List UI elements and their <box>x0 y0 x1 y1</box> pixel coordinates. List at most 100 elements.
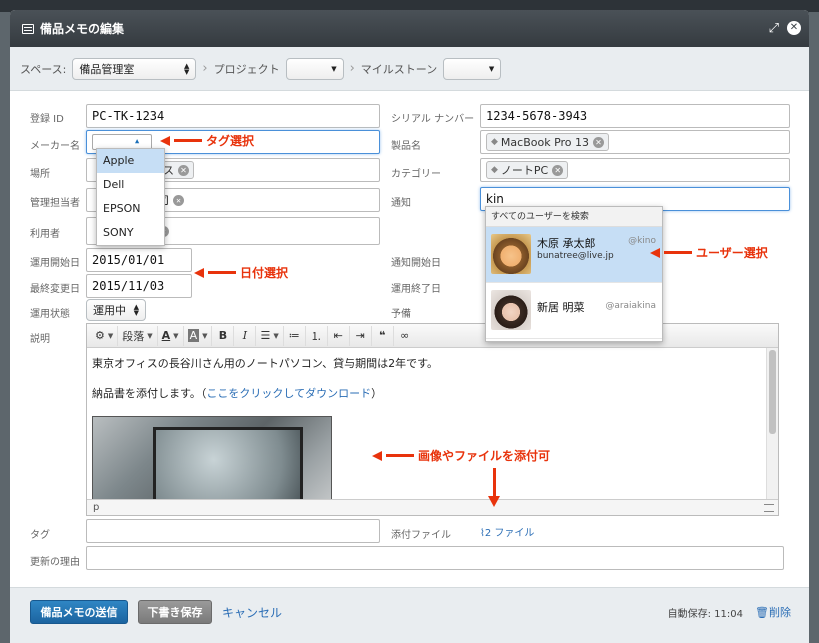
editor-content[interactable]: 東京オフィスの長谷川さん用のノートパソコン、貸与期間は2年です。 納品書を添付し… <box>92 356 762 401</box>
align-icon[interactable]: ☰ ▼ <box>256 325 284 346</box>
user-search-header[interactable]: すべてのユーザーを検索 <box>486 207 662 227</box>
dialog-titlebar: 備品メモの編集 ⤢ ✕ <box>10 10 809 47</box>
element-path: p <box>93 502 100 513</box>
status-select-value: 運用中 <box>93 304 126 317</box>
arrow-line <box>386 454 414 457</box>
status-label: 運用状態 <box>30 309 70 320</box>
expand-icon[interactable]: ⤢ <box>769 21 779 36</box>
arrow-down-icon <box>488 496 500 507</box>
reason-input[interactable] <box>86 546 784 570</box>
last-change-label: 最終変更日 <box>30 284 80 295</box>
maker-option[interactable]: EPSON <box>97 197 164 221</box>
separator-icon: › <box>349 61 355 76</box>
arrow-line <box>208 271 236 274</box>
chevron-down-icon: ▼ <box>331 64 337 73</box>
numbered-list-icon[interactable]: ⒈ <box>306 325 328 346</box>
serial-input[interactable]: 1234-5678-3943 <box>480 104 790 128</box>
paragraph-format-button[interactable]: 段落 ▼ <box>118 325 158 346</box>
bold-button[interactable]: B <box>212 325 235 346</box>
quote-icon[interactable]: ❝ <box>372 325 394 346</box>
line-prefix: 納品書を添付します。（ <box>92 387 207 400</box>
text-color-icon[interactable]: A ▼ <box>158 325 184 346</box>
milestone-select[interactable]: ▼ <box>443 57 502 80</box>
annotation-text: 日付選択 <box>240 266 289 280</box>
maker-option[interactable]: SONY <box>97 221 164 245</box>
start-date-input[interactable]: 2015/01/01 <box>86 248 192 272</box>
user-option[interactable]: 新居 明菜 @araiakina <box>486 283 662 339</box>
bullet-list-icon[interactable]: ≔ <box>284 325 306 346</box>
download-link[interactable]: ここをクリックしてダウンロード <box>206 387 371 400</box>
updown-icon: ▲ ▼ <box>184 61 190 76</box>
arrow-left-icon <box>372 450 382 461</box>
annotation-attach: 画像やファイルを添付可 <box>372 447 550 464</box>
project-label: プロジェクト <box>213 62 280 76</box>
settings-gear-icon[interactable]: ⚙ ▼ <box>91 325 119 346</box>
dialog-title: 備品メモの編集 <box>40 22 125 36</box>
user-name: 木原 承太郎 <box>537 237 596 250</box>
tag-icon: ◆ <box>491 165 498 175</box>
last-change-input[interactable]: 2015/11/03 <box>86 274 192 298</box>
trash-icon: 🗑 <box>755 606 769 619</box>
editor-line: 納品書を添付します。（ここをクリックしてダウンロード） <box>92 386 762 401</box>
manager-label: 管理担当者 <box>30 198 80 209</box>
status-select[interactable]: 運用中 ▲ ▼ <box>86 299 146 321</box>
editor-scrollbar[interactable] <box>766 348 778 501</box>
maker-option[interactable]: Apple <box>97 149 164 173</box>
remove-tag-icon[interactable]: ✕ <box>593 136 605 148</box>
notify-label: 通知 <box>391 198 411 209</box>
tag-icon: ◆ <box>491 137 498 147</box>
category-input[interactable]: ◆ ノートPC ✕ <box>480 158 790 182</box>
product-input[interactable]: ◆ MacBook Pro 13 ✕ <box>480 130 790 154</box>
dialog-footer: 備品メモの送信 下書き保存 キャンセル 自動保存: 11:04 🗑削除 <box>10 587 809 643</box>
arrow-line <box>664 251 692 254</box>
tag-input[interactable] <box>86 519 380 543</box>
line-suffix: ） <box>371 387 383 400</box>
remove-tag-icon[interactable]: ✕ <box>178 164 189 176</box>
italic-button[interactable]: I <box>234 325 257 346</box>
send-memo-button[interactable]: 備品メモの送信 <box>30 600 128 624</box>
chevron-down-icon: ▼ <box>488 64 495 73</box>
description-label: 説明 <box>30 334 50 345</box>
editor-line: 東京オフィスの長谷川さん用のノートパソコン、貸与期間は2年です。 <box>92 357 439 370</box>
maker-option[interactable]: Dell <box>97 173 164 197</box>
user-option[interactable]: 木原 承太郎 @kino bunatree@live.jp <box>486 227 662 283</box>
space-select[interactable]: 備品管理室 ▲ ▼ <box>72 57 197 80</box>
reserve-label: 予備 <box>391 309 411 320</box>
notify-start-label: 通知開始日 <box>391 258 441 269</box>
scrollbar-thumb[interactable] <box>769 350 776 434</box>
remove-tag-icon[interactable]: ✕ <box>552 164 564 176</box>
updown-icon: ▲ ▼ <box>133 303 139 317</box>
attach-link[interactable]: ⌇2 ファイル <box>480 524 534 539</box>
annotation-user-select: ユーザー選択 <box>650 244 768 261</box>
save-draft-button[interactable]: 下書き保存 <box>138 600 212 624</box>
category-label: カテゴリー <box>391 169 441 180</box>
space-label: スペース: <box>20 62 67 76</box>
highlight-color-icon[interactable]: A ▼ <box>184 325 213 346</box>
resize-grip-icon[interactable] <box>764 504 774 512</box>
annotation-text: ユーザー選択 <box>696 246 768 260</box>
background-right <box>809 12 819 643</box>
delete-label: 削除 <box>769 606 791 619</box>
remove-tag-icon[interactable]: ✕ <box>173 194 184 206</box>
outdent-icon[interactable]: ⇤ <box>328 325 350 346</box>
reason-label: 更新の理由 <box>30 557 80 568</box>
end-date-label: 運用終了日 <box>391 284 441 295</box>
paragraph-label: 段落 <box>122 329 145 343</box>
caret-up-icon: ▲ <box>135 137 140 145</box>
project-select[interactable]: ▼ <box>285 57 344 80</box>
laptop-screen <box>153 427 303 507</box>
editor-toolbar: ⚙ ▼ 段落 ▼ A ▼ A ▼ B I ☰ ▼ ≔ ⒈ ⇤ ⇥ ❝ ∞ <box>87 324 778 348</box>
description-editor[interactable]: ⚙ ▼ 段落 ▼ A ▼ A ▼ B I ☰ ▼ ≔ ⒈ ⇤ ⇥ ❝ ∞ 東京オフィスの長… <box>86 323 779 516</box>
cancel-link[interactable]: キャンセル <box>222 604 282 621</box>
product-label: 製品名 <box>391 141 421 152</box>
delete-button[interactable]: 🗑削除 <box>755 604 791 620</box>
link-icon[interactable]: ∞ <box>394 326 416 346</box>
user-name: 新居 明菜 <box>537 301 585 314</box>
reg-id-input[interactable]: PC-TK-1234 <box>86 104 380 128</box>
close-icon[interactable]: ✕ <box>787 21 801 35</box>
reg-id-label: 登録 ID <box>30 114 64 125</box>
indent-icon[interactable]: ⇥ <box>350 325 372 346</box>
annotation-tag-select: タグ選択 <box>160 132 254 149</box>
product-tag-label: MacBook Pro 13 <box>500 135 590 149</box>
edit-dialog: 備品メモの編集 ⤢ ✕ スペース: 備品管理室 ▲ ▼ › プロジェクト ▼ › … <box>10 10 809 643</box>
